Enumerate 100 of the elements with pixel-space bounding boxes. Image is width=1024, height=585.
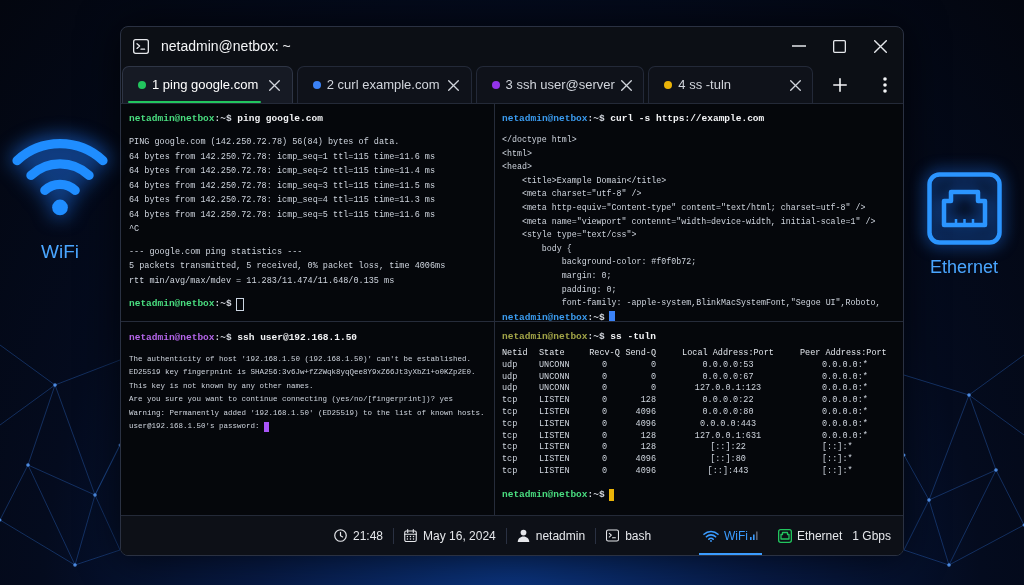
table-cell-text: tcp [502,465,519,478]
table-cell-text: 0.0.0.0:* [821,359,869,372]
close-icon [620,79,632,91]
table-cell-text: 0 [600,359,609,372]
wifi-label: WiFi [41,240,79,264]
terminal-icon [606,529,620,542]
tab[interactable]: 1 ping google.com [122,66,293,103]
output-line: 64 bytes from 142.250.72.78: icmp_seq=3 ttl=115 time=11.5 ms [129,179,436,193]
table-cell-text: 0.0.0.0:* [821,430,869,442]
column-header: Local Address:Port [681,348,775,360]
terminal-pane[interactable] [495,322,903,515]
table-cell-text: 0 [600,395,609,407]
table-cell-text: 4096 [634,418,656,431]
output-line: <meta name="viewport" contennt="width=device-width, initial-scale=1" /> [520,215,876,228]
output-line: <meta charset="utf-8" /> [520,188,642,201]
table-cell-text: 127.0.0.1:631 [693,430,763,442]
table-cell-text: udp [502,383,519,396]
tab[interactable]: 3 ssh user@server [475,66,645,103]
terminal-pane[interactable] [121,104,495,322]
link-speed-label: 1 Gbps [852,527,891,545]
table-cell-text: [::]:* [821,465,854,478]
table-cell-text: LISTEN [539,395,571,407]
table-cell-text: tcp [502,454,519,466]
table-cell-text: 0 [600,442,609,455]
window-title: netadmin@netbox: ~ [161,36,291,56]
tab[interactable]: 2 curl example.com [296,66,472,103]
close-icon [448,79,460,91]
command-line: netadmin@netbox:~$ [502,310,605,321]
table-cell-text: udp [502,359,519,372]
table-cell-text: LISTEN [539,418,571,431]
terminal-pane[interactable] [495,104,903,322]
table-cell-text: 128 [639,442,656,455]
table-cell-text: tcp [502,418,519,431]
ethernet-status-button[interactable]: Ethernet [773,516,847,555]
output-line: 5 packets transmitted, 5 received, 0% packet loss, time 4006ms [129,260,446,273]
table-cell-text: 0.0.0.0:443 [698,418,758,431]
table-cell-text: 0 [600,383,609,396]
ethernet-port-icon [777,528,792,543]
output-line: <meta http-equiv="Content-type" content="text/html; charset=utf-8" /> [520,201,866,214]
table-cell-text: UNCONN [539,359,571,372]
table-cell-text: LISTEN [539,430,571,443]
table-cell-text: 0 [649,359,656,372]
date-label: May 16, 2024 [423,527,496,545]
close-icon [874,39,887,53]
username-label: netadmin [535,527,586,545]
column-header: Netid [502,348,529,360]
output-line: </doctype html> [502,134,577,146]
table-cell-text: [::]:22 [709,442,747,454]
wifi-status-button[interactable]: WiFi [698,516,762,555]
table-cell-text: 0.0.0.0:* [821,395,869,407]
more-icon [883,76,887,93]
table-cell-text: tcp [502,442,519,455]
close-icon [789,79,801,91]
table-cell-text: 128 [639,395,656,407]
table-cell-text: tcp [502,430,519,443]
table-cell-text: 0.0.0.0:* [821,383,869,395]
table-cell-text: 0.0.0.0:* [821,407,869,419]
table-cell-text: 0 [600,371,609,384]
table-cell-text: 128 [639,430,656,443]
table-cell-text: 0.0.0.0:67 [701,371,755,384]
table-cell-text: 0 [649,383,656,396]
maximize-icon [833,39,846,53]
table-cell-text: 4096 [634,407,656,419]
output-line: font-family: -apple-system,BlinkMacSystemFont,"Segoe UI",Roboto, [560,297,881,310]
command-line: netadmin@netbox:~$ curl -s https://example.com [502,112,765,126]
table-cell-text: 0.0.0.0:53 [701,359,755,372]
minimize-icon [791,45,806,47]
ethernet-port-icon [926,172,1002,245]
calendar-icon [404,529,418,542]
table-cell-text: udp [502,371,519,383]
output-line: ^C [129,223,140,236]
table-cell-text: 0.0.0.0:22 [701,395,755,407]
table-cell-text: 0.0.0.0:80 [701,407,755,419]
time-label: 21:48 [353,527,384,545]
table-cell-text: 0 [600,430,609,443]
close-icon [269,79,281,91]
table-cell-text: 0 [600,407,609,419]
table-cell-text: [::]:* [821,454,854,466]
shell-label: bash [625,527,652,545]
table-cell-text: [::]:80 [709,454,747,466]
output-line: PING google.com (142.250.72.78) 56(84) bytes of data. [129,136,400,149]
output-line: 64 bytes from 142.250.72.78: icmp_seq=4 ttl=115 time=11.3 ms [129,194,436,207]
table-cell-text: tcp [502,407,519,419]
output-line: 64 bytes from 142.250.72.78: icmp_seq=2 ttl=115 time=11.4 ms [129,165,436,178]
table-cell-text: 127.0.0.1:123 [693,383,763,396]
ethernet-label: Ethernet [929,256,998,279]
output-line: rtt min/avg/max/mdev = 11.283/11.474/11.648/0.135 ms [129,274,395,288]
table-cell-text: LISTEN [539,407,571,419]
output-line: 64 bytes from 142.250.72.78: icmp_seq=5 ttl=115 time=11.6 ms [129,208,436,222]
output-line: margin: 0; [560,269,612,282]
table-cell-text: LISTEN [539,454,571,466]
command-line: netadmin@netbox:~$ ss -tuln [502,330,656,344]
tab[interactable]: 4 ss -tuln [648,66,814,103]
command-line: netadmin@netbox:~$ [129,297,232,311]
column-header: Send-Q [624,348,656,360]
table-cell-text: 0 [649,371,656,384]
command-line: netadmin@netbox:~$ ssh user@192.168.1.50 [129,331,358,345]
terminal-pane[interactable] [121,322,495,515]
table-cell-text: UNCONN [539,383,571,396]
table-cell-text: 0 [600,454,609,466]
